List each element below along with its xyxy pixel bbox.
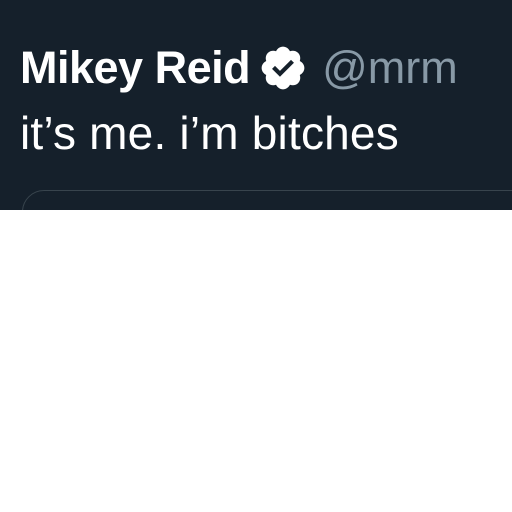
author-handle[interactable]: @mrm: [322, 42, 458, 94]
blank-area: [0, 210, 512, 512]
verified-badge-icon: [258, 43, 308, 93]
tweet-card: Mikey Reid @mrm it’s me. i’m bitches: [0, 0, 512, 210]
quoted-tweet-card[interactable]: [22, 190, 512, 210]
author-display-name[interactable]: Mikey Reid: [20, 42, 251, 94]
tweet-text: it’s me. i’m bitches: [20, 107, 399, 159]
tweet-header: Mikey Reid @mrm: [20, 36, 458, 100]
